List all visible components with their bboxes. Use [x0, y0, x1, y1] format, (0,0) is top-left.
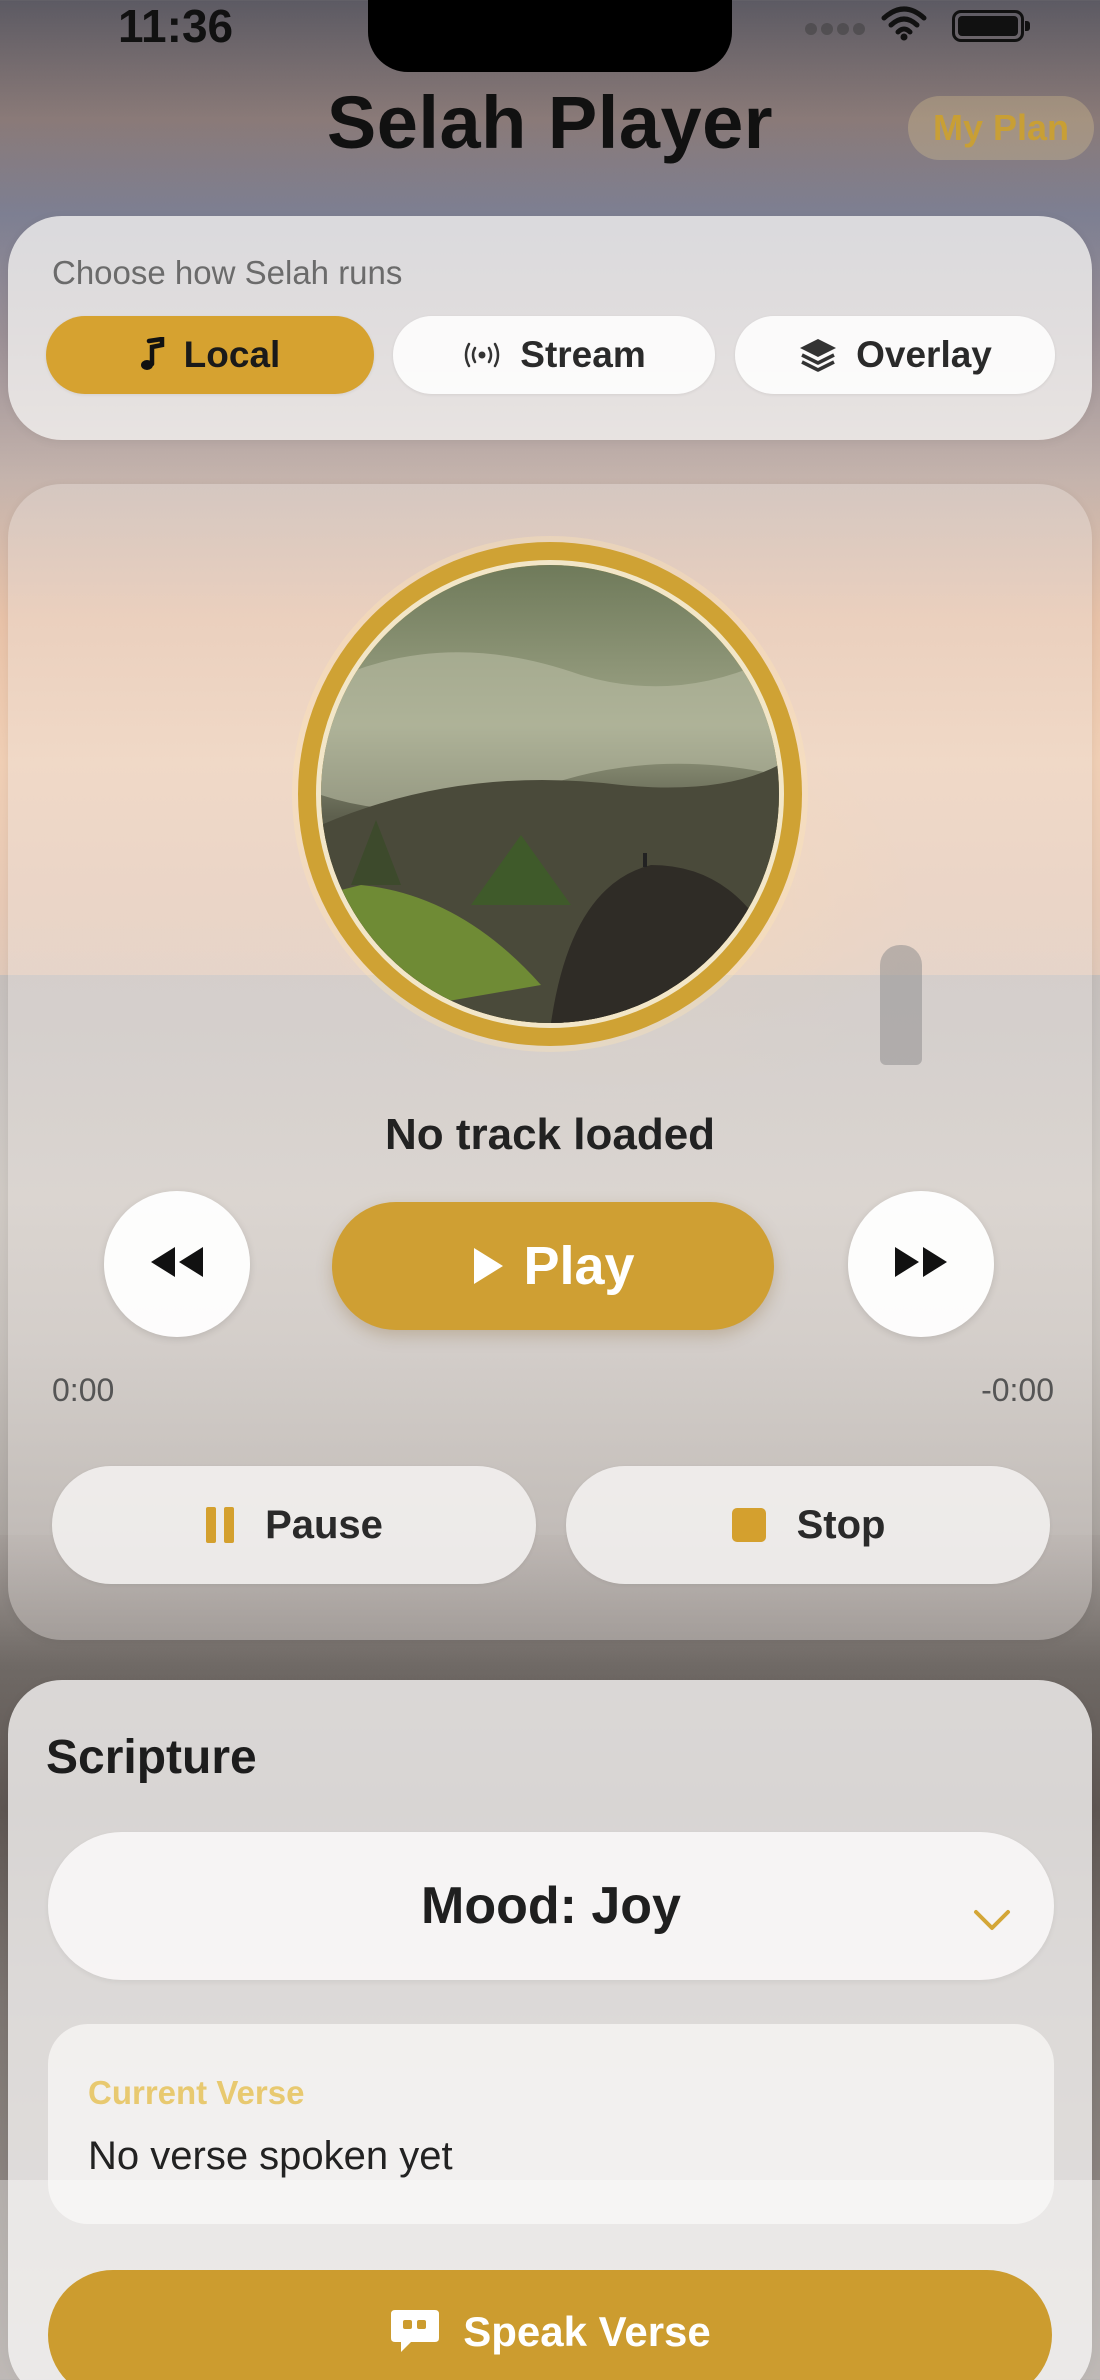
track-title: No track loaded [384, 1110, 716, 1159]
scripture-title: Scripture [46, 1731, 257, 1784]
mode-stream-label: Stream [520, 334, 646, 375]
time-elapsed: 0:00 [52, 1372, 115, 1408]
rewind-button[interactable] [104, 1191, 250, 1337]
fast-forward-icon [893, 1245, 949, 1284]
play-label: Play [523, 1236, 635, 1296]
pause-icon [205, 1506, 235, 1544]
mode-overlay-label: Overlay [856, 334, 992, 375]
mode-local-button[interactable]: Local [46, 316, 374, 394]
play-icon [471, 1246, 505, 1286]
pause-button[interactable]: Pause [52, 1466, 536, 1584]
current-verse-text: No verse spoken yet [88, 2134, 453, 2178]
quote-bubble-icon [389, 2308, 441, 2354]
mode-selector-card: Choose how Selah runs Local Stream Overl… [8, 216, 1092, 440]
chevron-down-icon [972, 1886, 1012, 1946]
mode-local-label: Local [183, 334, 281, 375]
play-button[interactable]: Play [332, 1202, 774, 1330]
mode-caption: Choose how Selah runs [52, 254, 403, 291]
battery-icon [952, 10, 1030, 42]
stop-icon [731, 1507, 767, 1543]
current-verse-label: Current Verse [88, 2074, 305, 2111]
dynamic-island [368, 0, 732, 72]
mood-select-value: Mood: Joy [421, 1877, 681, 1935]
speak-verse-label: Speak Verse [463, 2308, 711, 2355]
cellular-signal-icon [805, 22, 875, 42]
rewind-icon [149, 1245, 205, 1284]
status-time: 11:36 [118, 0, 234, 52]
artwork-image [316, 560, 784, 1028]
pause-label: Pause [265, 1502, 383, 1547]
speak-verse-button[interactable]: Speak Verse [48, 2270, 1052, 2380]
stop-button[interactable]: Stop [566, 1466, 1050, 1584]
music-note-icon [140, 337, 166, 373]
mode-stream-button[interactable]: Stream [393, 316, 715, 394]
fast-forward-button[interactable] [848, 1191, 994, 1337]
mode-overlay-button[interactable]: Overlay [735, 316, 1055, 394]
stop-label: Stop [796, 1502, 886, 1547]
wifi-icon [880, 6, 928, 42]
time-remaining: -0:00 [981, 1372, 1054, 1408]
status-bar: 11:36 [0, 0, 1100, 72]
my-plan-button[interactable]: My Plan [908, 96, 1094, 160]
mood-select[interactable]: Mood: Joy [48, 1832, 1054, 1980]
album-artwork [298, 542, 802, 1046]
player-card: No track loaded Play 0:00 -0:00 Pause St… [8, 484, 1092, 1640]
layers-icon [798, 337, 838, 373]
broadcast-icon [462, 341, 502, 369]
